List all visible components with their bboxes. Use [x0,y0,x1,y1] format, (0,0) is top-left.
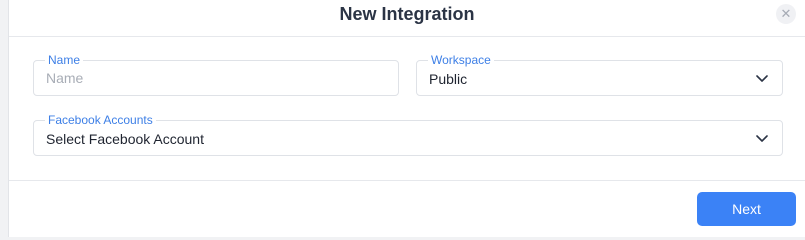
name-field[interactable]: Name [33,53,399,96]
facebook-accounts-selected-value: Select Facebook Account [46,131,204,147]
close-icon: ✕ [780,6,792,21]
close-button[interactable]: ✕ [776,4,796,24]
next-button[interactable]: Next [697,192,796,226]
chevron-down-icon [756,75,768,82]
chevron-down-icon [756,135,768,142]
facebook-accounts-select[interactable]: Facebook Accounts Select Facebook Accoun… [33,113,783,156]
facebook-accounts-label: Facebook Accounts [45,113,156,127]
new-integration-modal: New Integration ✕ Name Workspace Public … [8,0,805,237]
workspace-select[interactable]: Workspace Public [416,53,783,96]
name-field-label: Name [45,53,84,67]
workspace-select-label: Workspace [428,53,494,67]
name-input[interactable] [46,69,366,87]
workspace-selected-value: Public [429,71,468,87]
modal-title: New Integration [339,4,475,24]
modal-header: New Integration ✕ [9,0,805,37]
modal-footer: Next [9,180,805,238]
